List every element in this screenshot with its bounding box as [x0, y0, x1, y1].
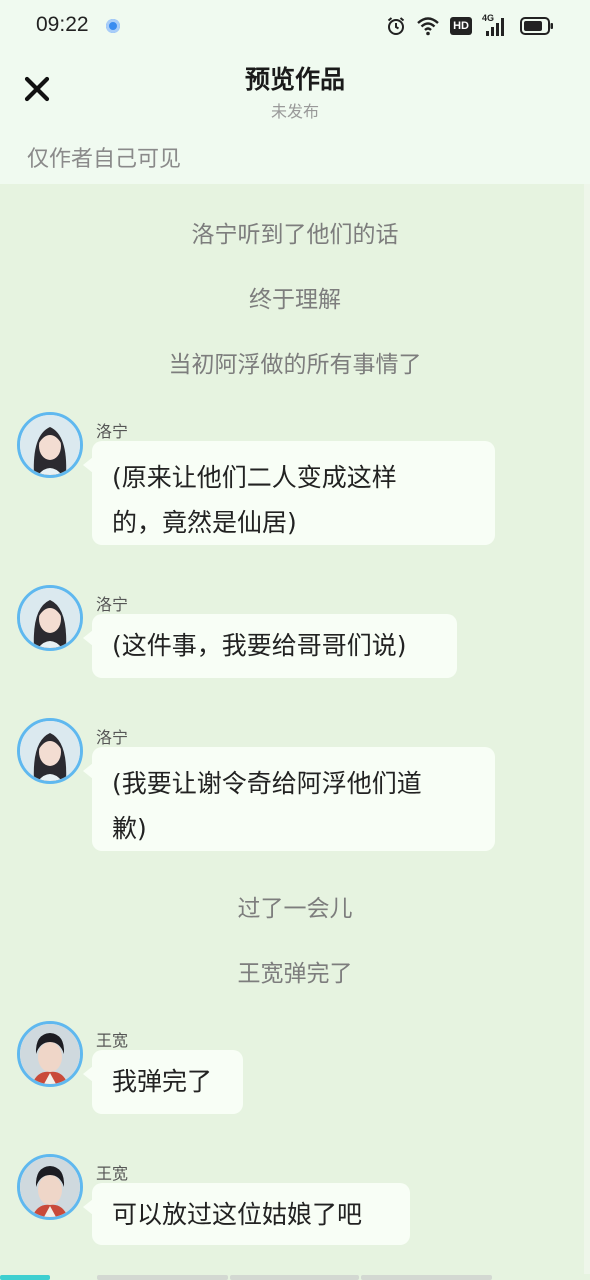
4g-signal-icon: 4G — [482, 13, 510, 36]
message-text: 我弹完了 — [112, 1067, 213, 1096]
progress-segment[interactable] — [230, 1275, 359, 1280]
male-character-avatar-icon — [20, 1024, 80, 1084]
speaker-name: 洛宁 — [96, 728, 129, 747]
female-character-avatar-icon — [20, 588, 80, 648]
avatar[interactable] — [17, 1021, 83, 1087]
message-text: (这件事，我要给哥哥们说) — [112, 631, 407, 660]
narration-line: 当初阿浮做的所有事情了 — [168, 352, 422, 378]
alarm-icon — [387, 17, 405, 35]
female-character-avatar-icon — [20, 721, 80, 781]
status-icons: HD 4G — [386, 13, 554, 37]
message-bubble: 我弹完了 — [83, 1050, 243, 1114]
avatar[interactable] — [17, 412, 83, 478]
message-text: (我要让谢令奇给阿浮他们道 — [112, 769, 422, 798]
page-title: 预览作品 — [244, 65, 345, 94]
speaker-name: 洛宁 — [96, 422, 129, 441]
battery-icon — [520, 17, 553, 35]
narration-line: 王宽弹完了 — [237, 961, 353, 987]
avatar[interactable] — [17, 585, 83, 651]
speaker-name: 王宽 — [96, 1164, 129, 1183]
publish-status: 未发布 — [270, 102, 319, 121]
progress-segment[interactable] — [361, 1275, 492, 1280]
message-text: 歉) — [112, 814, 147, 843]
visibility-note: 仅作者自己可见 — [27, 147, 182, 172]
status-bar: 09:22 HD 4G — [0, 0, 590, 52]
avatar[interactable] — [17, 1154, 83, 1220]
narration-line: 过了一会儿 — [237, 896, 353, 922]
message-bubble: (这件事，我要给哥哥们说) — [83, 614, 457, 678]
narration-line: 终于理解 — [249, 287, 341, 313]
header: 09:22 HD 4G 预览作品 未发布 仅作者自己可见 — [0, 0, 590, 184]
progress-segment[interactable] — [97, 1275, 228, 1280]
message-bubble: (我要让谢令奇给阿浮他们道 歉) — [83, 747, 495, 851]
speaker-name: 王宽 — [96, 1031, 129, 1050]
episode-progress-bar — [0, 1274, 590, 1280]
female-character-avatar-icon — [20, 415, 80, 475]
wifi-icon — [417, 17, 439, 36]
message-bubble: (原来让他们二人变成这样 的，竟然是仙居) — [83, 441, 495, 545]
male-character-avatar-icon — [20, 1157, 80, 1217]
progress-segment-active[interactable] — [0, 1275, 50, 1280]
status-time: 09:22 — [36, 13, 89, 36]
message-text: 可以放过这位姑娘了吧 — [112, 1200, 363, 1229]
hd-icon: HD — [450, 17, 472, 35]
notification-dot-icon — [106, 19, 120, 33]
avatar[interactable] — [17, 718, 83, 784]
narration-line: 洛宁听到了他们的话 — [191, 222, 399, 248]
message-text: 的，竟然是仙居) — [112, 508, 297, 537]
message-bubble: 可以放过这位姑娘了吧 — [83, 1183, 410, 1245]
speaker-name: 洛宁 — [96, 595, 129, 614]
message-text: (原来让他们二人变成这样 — [112, 463, 397, 492]
